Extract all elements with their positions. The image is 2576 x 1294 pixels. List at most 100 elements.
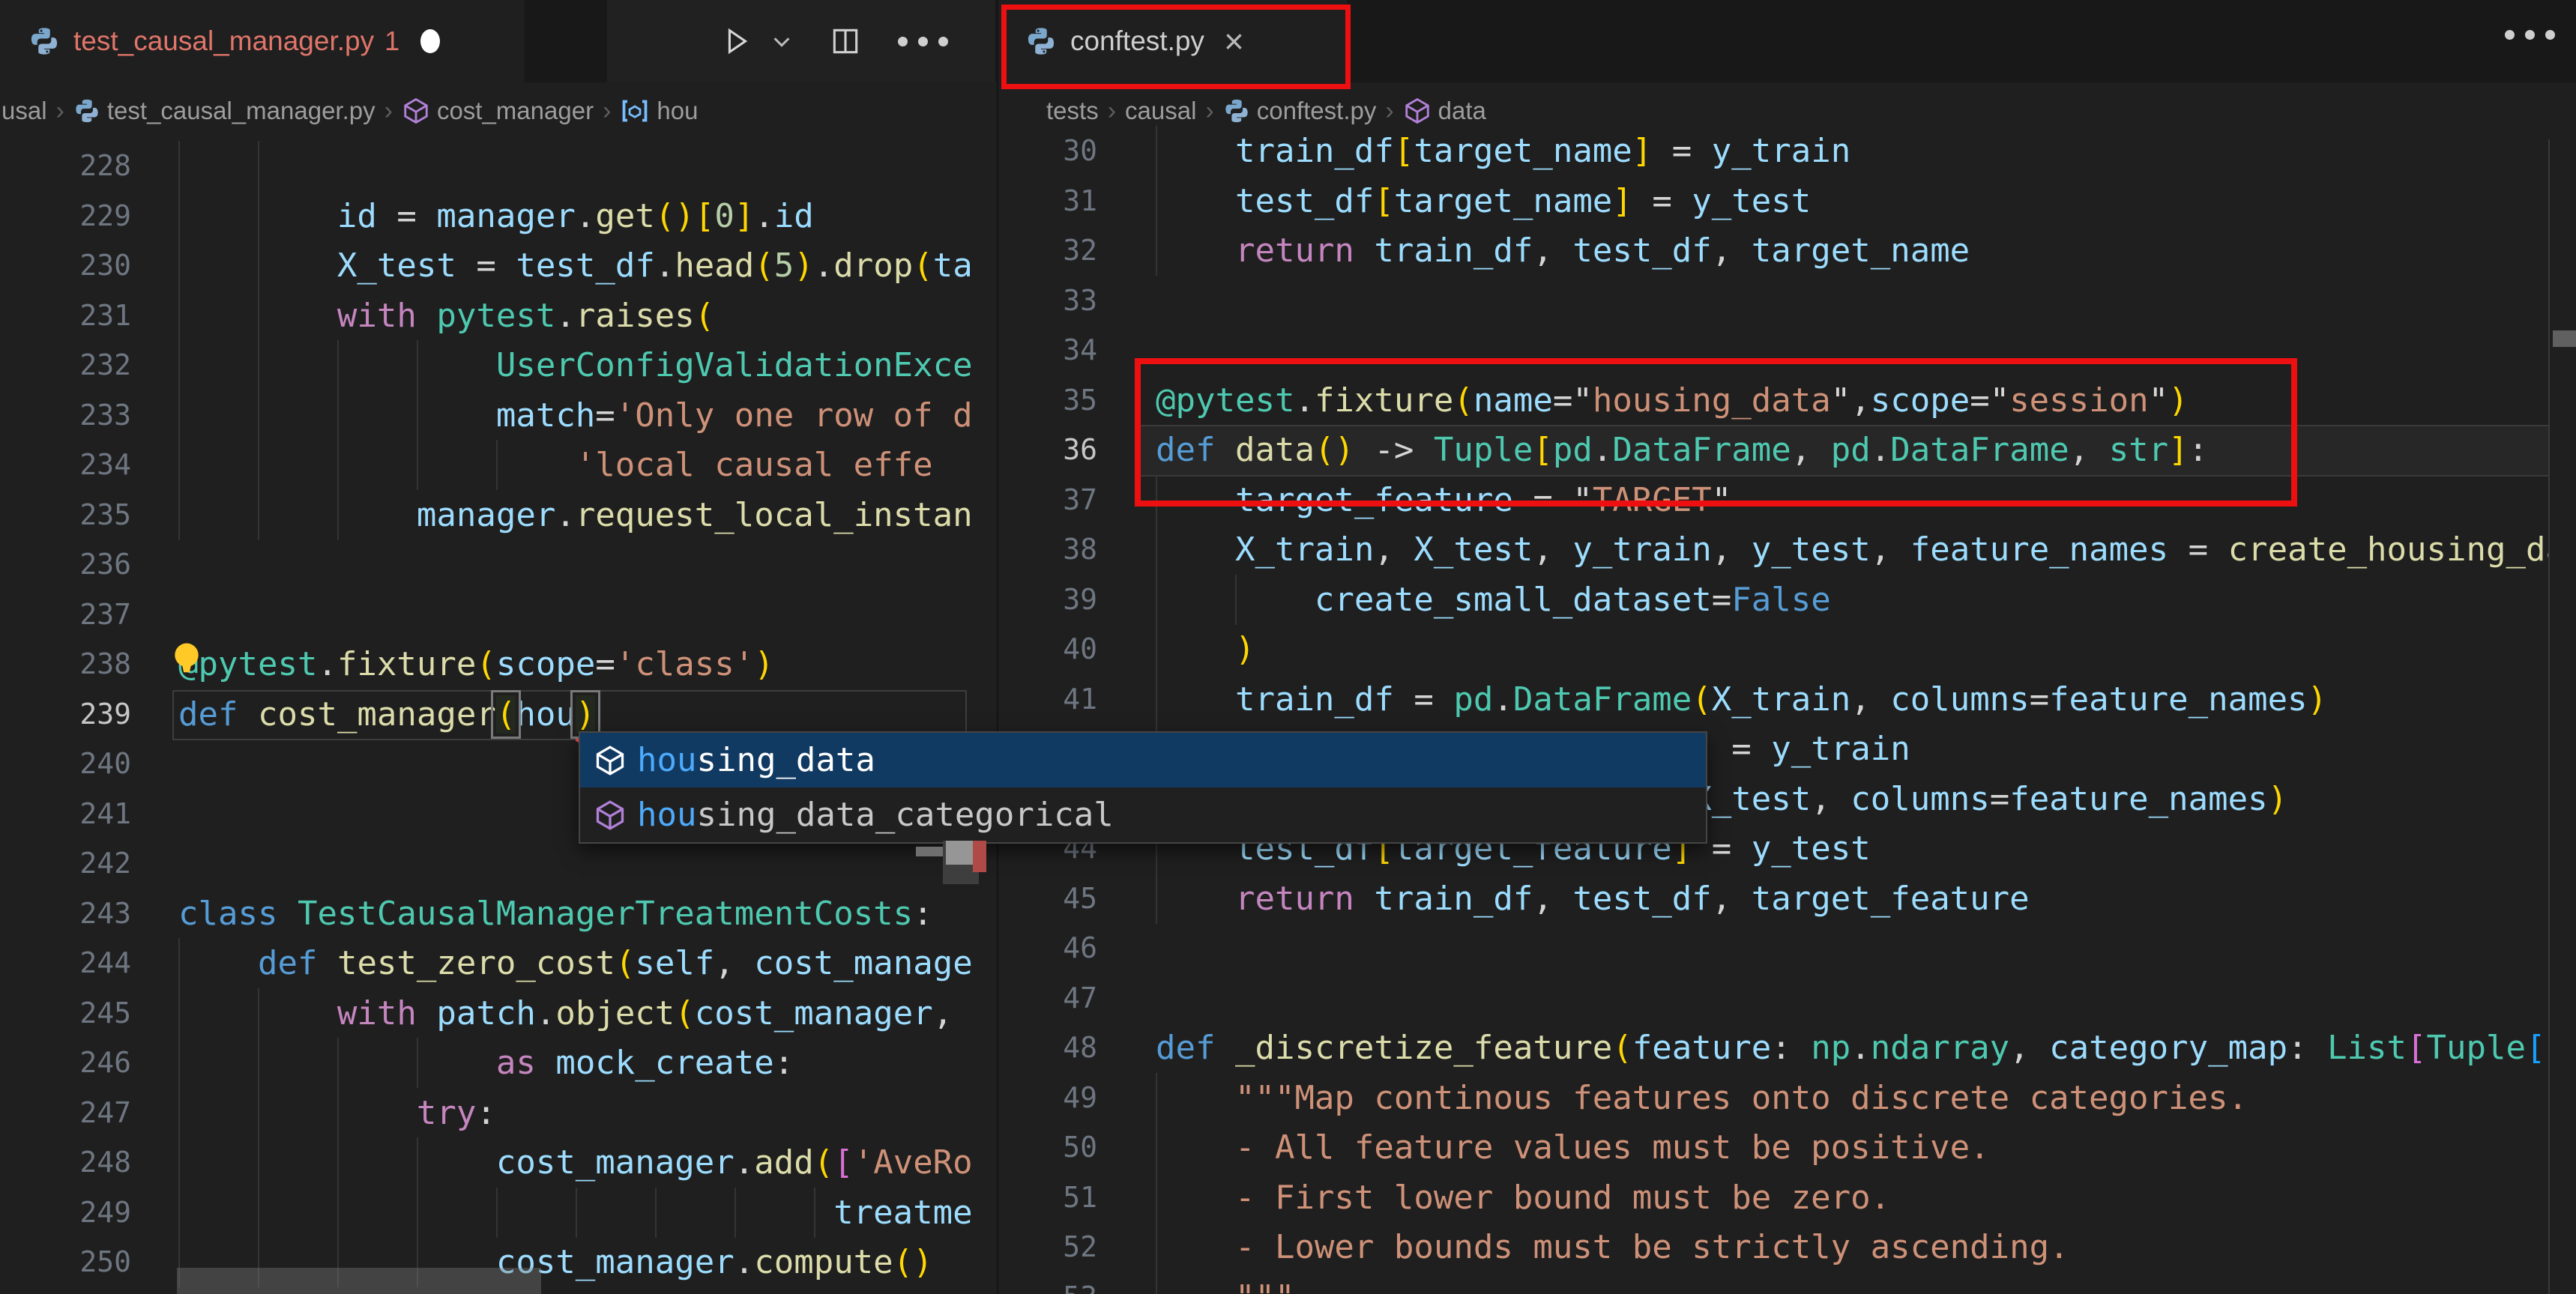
symbol-cube-icon — [594, 744, 627, 777]
code-line-52[interactable]: 52 - Lower bounds must be strictly ascen… — [998, 1222, 2576, 1272]
code-line-235[interactable]: 235 manager.request_local_instan — [0, 489, 997, 540]
chevron-right-icon: › — [603, 96, 612, 125]
line-number: 53 — [998, 1272, 1097, 1294]
code-line-236[interactable]: 236 — [0, 539, 997, 590]
tab-bar-right: conftest.py × — [998, 0, 2576, 82]
code-line-246[interactable]: 246 as mock_create: — [0, 1038, 997, 1088]
horizontal-scrollbar-left[interactable] — [177, 1268, 541, 1294]
breadcrumb-item-data[interactable]: data — [1403, 97, 1486, 125]
line-number: 248 — [79, 1146, 131, 1179]
breadcrumb-item-causal[interactable]: causal — [1125, 97, 1196, 125]
line-number: 51 — [1063, 1180, 1097, 1214]
line-number: 241 — [79, 796, 131, 830]
editor-pane-left: test_causal_manager.py 1 usal › test_causa… — [0, 0, 997, 1294]
close-icon[interactable]: × — [1224, 21, 1244, 61]
line-number: 235 — [79, 498, 131, 531]
line-number: 243 — [79, 896, 131, 930]
run-dropdown-chevron-icon[interactable] — [770, 30, 793, 52]
code-line-233[interactable]: 233 match='Only one row of d — [0, 390, 997, 441]
chevron-right-icon: › — [384, 96, 393, 125]
line-number: 33 — [1063, 283, 1097, 317]
scrollbar-thumb-left[interactable] — [916, 841, 986, 886]
code-line-38[interactable]: 38 X_train, X_test, y_train, y_test, fea… — [998, 524, 2576, 575]
line-number: 34 — [1063, 333, 1097, 366]
editor-pane-right: conftest.py × tests › causal › conftest.py › d… — [997, 0, 2576, 1294]
symbol-namespace-icon — [402, 97, 430, 125]
tab-conftest[interactable]: conftest.py × — [998, 0, 1347, 82]
code-line-34[interactable]: 34 — [998, 325, 2576, 375]
breadcrumb-item-usal[interactable]: usal — [1, 97, 47, 125]
code-line-245[interactable]: 245 with patch.object(cost_manager, — [0, 988, 997, 1038]
code-line-45[interactable]: 45 return train_df, test_df, target_feat… — [998, 873, 2576, 924]
breadcrumb-item-tests[interactable]: tests — [1046, 97, 1099, 125]
chevron-right-icon: › — [1107, 96, 1117, 125]
code-line-51[interactable]: 51 - First lower bound must be zero. — [998, 1172, 2576, 1223]
code-line-50[interactable]: 50 - All feature values must be positive… — [998, 1122, 2576, 1173]
suggest-item-housing_data[interactable]: housing_data — [580, 733, 1706, 787]
code-line-229[interactable]: 229 id = manager.get()[0].id — [0, 190, 997, 241]
symbol-namespace-icon — [1403, 97, 1432, 125]
line-number: 32 — [1063, 234, 1097, 267]
code-line-40[interactable]: 40 ) — [998, 624, 2576, 674]
breadcrumb-item-cost-manager[interactable]: cost_manager — [402, 97, 594, 125]
code-line-41[interactable]: 41 train_df = pd.DataFrame(X_train, colu… — [998, 674, 2576, 725]
breadcrumb-item-conftest-py[interactable]: conftest.py — [1223, 97, 1376, 125]
code-line-242[interactable]: 242 — [0, 838, 997, 889]
code-line-30[interactable]: 30 train_df[target_name] = y_train — [998, 126, 2576, 176]
code-line-243[interactable]: 243 class TestCausalManagerTreatmentCosts… — [0, 889, 997, 939]
line-number: 249 — [79, 1195, 131, 1229]
chevron-right-icon: › — [1205, 96, 1214, 125]
code-line-228[interactable]: 228 — [0, 141, 997, 191]
code-line-244[interactable]: 244 def test_zero_cost(self, cost_manage — [0, 938, 997, 988]
chevron-right-icon: › — [55, 96, 64, 125]
code-line-36[interactable]: 36 def data() -> Tuple[pd.DataFrame, pd.D… — [998, 425, 2576, 477]
split-editor-icon[interactable] — [829, 25, 862, 58]
code-line-237[interactable]: 237 — [0, 590, 997, 640]
code-line-31[interactable]: 31 test_df[target_name] = y_test — [998, 175, 2576, 226]
code-line-35[interactable]: 35 @pytest.fixture(name="housing_data",sc… — [998, 375, 2576, 426]
code-line-49[interactable]: 49 """Map continous features onto discre… — [998, 1072, 2576, 1123]
scrollbar-track-right[interactable] — [2548, 139, 2576, 1294]
line-number: 36 — [1063, 433, 1097, 466]
line-number: 31 — [1063, 184, 1097, 217]
code-line-33[interactable]: 33 — [998, 276, 2576, 326]
code-line-247[interactable]: 247 try: — [0, 1087, 997, 1138]
line-number: 245 — [79, 996, 131, 1030]
code-line-37[interactable]: 37 target_feature = "TARGET" — [998, 474, 2576, 525]
chevron-right-icon: › — [1385, 96, 1394, 125]
line-number: 237 — [79, 597, 131, 631]
code-line-53[interactable]: 53 """ — [998, 1272, 2576, 1294]
code-line-48[interactable]: 48 def _discretize_feature(feature: np.nd… — [998, 1023, 2576, 1073]
code-line-249[interactable]: 249 treatme — [0, 1187, 997, 1238]
code-line-231[interactable]: 231 with pytest.raises( — [0, 290, 997, 341]
code-line-32[interactable]: 32 return train_df, test_df, target_name — [998, 226, 2576, 276]
breadcrumb-item-hou[interactable]: hou — [620, 96, 698, 126]
more-actions-icon[interactable] — [2505, 30, 2555, 40]
line-number: 30 — [1063, 134, 1097, 167]
code-line-232[interactable]: 232 UserConfigValidationExce — [0, 340, 997, 390]
dirty-dot-icon[interactable] — [420, 29, 441, 53]
line-number: 45 — [1063, 881, 1097, 915]
code-line-47[interactable]: 47 — [998, 973, 2576, 1024]
suggest-item-housing_data_categorical[interactable]: housing_data_categorical — [580, 787, 1706, 842]
suggest-widget: housing_data housing_data_categorical — [579, 731, 1707, 844]
line-number: 40 — [1063, 632, 1097, 665]
line-number: 230 — [79, 249, 131, 282]
code-line-238[interactable]: 238 @pytest.fixture(scope='class') — [0, 639, 997, 689]
line-number: 35 — [1063, 383, 1097, 417]
tab-test-causal-manager[interactable]: test_causal_manager.py 1 — [0, 0, 525, 82]
scrollbar-thumb[interactable] — [2553, 330, 2576, 347]
run-icon[interactable] — [720, 24, 754, 58]
code-line-248[interactable]: 248 cost_manager.add(['AveRo — [0, 1137, 997, 1188]
more-actions-icon[interactable] — [898, 36, 948, 46]
line-number: 239 — [79, 697, 131, 731]
code-line-230[interactable]: 230 X_test = test_df.head(5).drop(ta — [0, 241, 997, 291]
code-line-46[interactable]: 46 — [998, 923, 2576, 973]
line-number: 50 — [1063, 1131, 1097, 1164]
code-line-39[interactable]: 39 create_small_dataset=False — [998, 574, 2576, 625]
line-number: 240 — [79, 747, 131, 780]
code-line-234[interactable]: 234 'local causal effe — [0, 440, 997, 490]
breadcrumb-item-test-causal-manager-py[interactable]: test_causal_manager.py — [73, 97, 375, 125]
line-number: 244 — [79, 946, 131, 979]
lightbulb-icon[interactable] — [169, 640, 204, 683]
